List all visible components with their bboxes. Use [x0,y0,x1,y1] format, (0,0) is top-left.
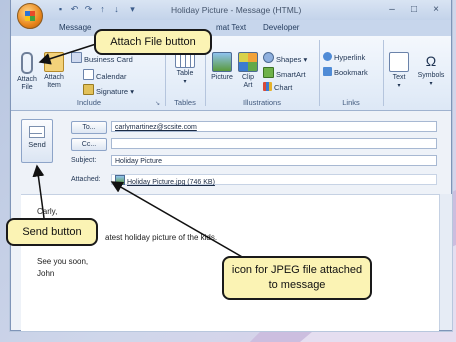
calendar-label: Calendar [96,72,127,81]
callout-send: Send button [6,218,98,246]
shapes-label: Shapes ▾ [276,55,308,64]
attach-item-button[interactable]: Attach Item [41,52,67,90]
tab-message[interactable]: Message [59,23,91,32]
tab-developer[interactable]: Developer [263,23,299,32]
up-arrow-icon[interactable]: ↑ [97,4,108,15]
dropdown-arrow-icon: ▾ [183,79,187,85]
attach-file-button[interactable]: Attach File [15,52,39,92]
group-label-illustrations: Illustrations [243,98,281,107]
cc-field[interactable] [111,138,437,149]
picture-icon [212,52,232,72]
calendar-button[interactable]: Calendar [83,69,126,81]
paperclip-icon [21,52,33,74]
maximize-button[interactable]: □ [405,4,423,16]
subject-label: Subject: [71,157,97,164]
signature-icon [83,84,94,95]
attached-label: Attached: [71,176,101,183]
send-label: Send [28,140,46,149]
jpeg-file-icon[interactable] [115,175,125,185]
group-label-include: Include [76,98,102,107]
to-button[interactable]: To... [71,121,107,134]
customize-icon[interactable]: ▾ [127,4,138,15]
symbols-label: Symbols [417,72,445,79]
smartart-label: SmartArt [276,70,306,79]
office-logo-icon [25,11,35,21]
attachment-link[interactable]: Holiday Picture.jpg (746 KB) [127,179,215,186]
save-icon[interactable]: ▪ [55,4,66,15]
dialog-launcher-icon[interactable]: ↘ [155,100,160,107]
table-label: Table [176,70,194,77]
send-button[interactable]: Send [21,119,53,163]
dropdown-arrow-icon: ▾ [397,83,401,89]
signature-button[interactable]: Signature ▾ [83,84,134,96]
undo-icon[interactable]: ↶ [69,4,80,15]
title-bar: ▪ ↶ ↷ ↑ ↓ ▾ Holiday Picture - Message (H… [11,0,451,20]
bookmark-button[interactable]: Bookmark [323,67,368,77]
body-line: atest holiday picture of the kids. [105,233,218,242]
body-greeting: Carly, [37,207,58,216]
group-label-links: Links [342,98,360,107]
body-line: See you soon, [37,257,89,266]
shapes-icon [263,52,274,63]
omega-icon: Ω [425,53,437,69]
tab-format-text[interactable]: mat Text [216,23,246,32]
shapes-button[interactable]: Shapes ▾ [263,52,307,64]
callout-attach-file: Attach File button [94,29,212,55]
text-button[interactable]: Text ▾ [387,52,411,90]
envelope-clip-icon [44,52,64,72]
group-label-tables: Tables [174,98,196,107]
calendar-icon [83,69,94,80]
callout-jpeg: icon for JPEG file attached to message [222,256,372,300]
attach-file-label: Attach File [17,76,37,91]
message-header-form: Send To... carlymartinez@scsite.com Cc..… [21,111,439,193]
dropdown-arrow-icon: ▾ [429,81,433,87]
bookmark-icon [323,67,332,76]
clip-art-button[interactable]: Clip Art [237,52,259,90]
text-box-icon [389,52,409,72]
symbols-button[interactable]: Ω Symbols ▾ [415,52,447,88]
hyperlink-button[interactable]: Hyperlink [323,52,365,62]
attach-item-label: Attach Item [44,74,64,89]
business-card-icon [71,52,82,63]
minimize-button[interactable]: – [383,4,401,16]
picture-button[interactable]: Picture [209,52,235,82]
ribbon: Attach File Attach Item Business Card Ca… [11,36,451,111]
window-title: Holiday Picture - Message (HTML) [171,5,302,15]
subject-field[interactable]: Holiday Picture [111,155,437,166]
smartart-button[interactable]: SmartArt [263,67,306,79]
group-separator [383,40,384,106]
signature-label: Signature ▾ [96,87,134,96]
clip-art-icon [238,52,258,72]
group-separator [319,40,320,106]
clip-art-label: Clip Art [241,74,255,89]
chart-button[interactable]: Chart [263,82,292,92]
chart-icon [263,82,272,91]
hyperlink-label: Hyperlink [334,53,366,62]
text-label: Text [392,74,406,81]
cc-button[interactable]: Cc... [71,138,107,151]
vertical-scrollbar[interactable] [439,194,452,330]
close-button[interactable]: × [427,4,445,16]
attachment-field: Holiday Picture.jpg (746 KB) [111,174,437,186]
picture-label: Picture [211,74,233,81]
to-field[interactable]: carlymartinez@scsite.com [111,121,437,132]
office-button[interactable] [17,3,43,29]
smartart-icon [263,67,274,78]
hyperlink-icon [323,52,332,61]
bookmark-label: Bookmark [334,68,368,77]
body-line: John [37,269,55,278]
ribbon-tabs: Message mat Text Developer [11,20,451,36]
down-arrow-icon[interactable]: ↓ [111,4,122,15]
redo-icon[interactable]: ↷ [83,4,94,15]
chart-label: Chart [274,83,293,92]
business-card-label: Business Card [84,55,133,64]
send-envelope-icon [29,126,45,138]
